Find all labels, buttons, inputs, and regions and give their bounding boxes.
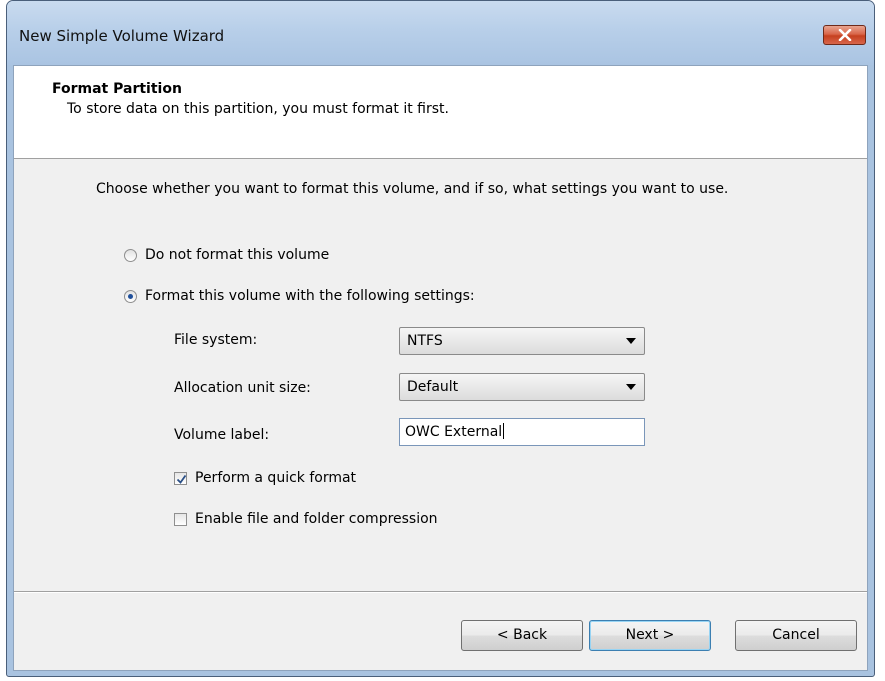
dropdown-arrow-icon — [626, 338, 636, 344]
quick-format-label[interactable]: Perform a quick format — [195, 470, 356, 486]
dropdown-arrow-icon — [626, 384, 636, 390]
title-bar[interactable]: New Simple Volume Wizard — [7, 1, 874, 65]
volume-label-label: Volume label: — [174, 427, 270, 443]
compression-box[interactable] — [174, 513, 187, 526]
footer-divider — [14, 591, 867, 593]
wizard-window: New Simple Volume Wizard Format Partitio… — [6, 0, 875, 677]
volume-label-input[interactable]: OWC External — [399, 418, 645, 446]
radio-format-volume-indicator[interactable] — [124, 290, 137, 303]
intro-text: Choose whether you want to format this v… — [96, 181, 729, 197]
next-button[interactable]: Next > — [589, 620, 711, 651]
allocation-unit-value: Default — [407, 379, 459, 395]
radio-no-format-indicator[interactable] — [124, 249, 137, 262]
allocation-unit-dropdown[interactable]: Default — [399, 373, 645, 401]
window-title: New Simple Volume Wizard — [19, 27, 225, 45]
allocation-unit-label: Allocation unit size: — [174, 380, 311, 396]
text-caret — [503, 423, 505, 439]
checkmark-icon — [176, 474, 187, 484]
dialog-body: Format Partition To store data on this p… — [13, 65, 868, 671]
wizard-header: Format Partition To store data on this p… — [14, 66, 867, 159]
cancel-button[interactable]: Cancel — [735, 620, 857, 651]
radio-format-volume-label[interactable]: Format this volume with the following se… — [145, 288, 475, 304]
close-button[interactable] — [823, 25, 866, 45]
file-system-label: File system: — [174, 332, 258, 348]
quick-format-box[interactable] — [174, 472, 187, 485]
compression-label[interactable]: Enable file and folder compression — [195, 511, 438, 527]
back-button[interactable]: < Back — [461, 620, 583, 651]
radio-no-format-label[interactable]: Do not format this volume — [145, 247, 329, 263]
file-system-dropdown[interactable]: NTFS — [399, 327, 645, 355]
file-system-value: NTFS — [407, 333, 443, 349]
volume-label-value: OWC External — [405, 423, 505, 440]
page-subtitle: To store data on this partition, you mus… — [67, 101, 449, 117]
close-icon — [838, 29, 852, 41]
page-title: Format Partition — [52, 81, 182, 97]
